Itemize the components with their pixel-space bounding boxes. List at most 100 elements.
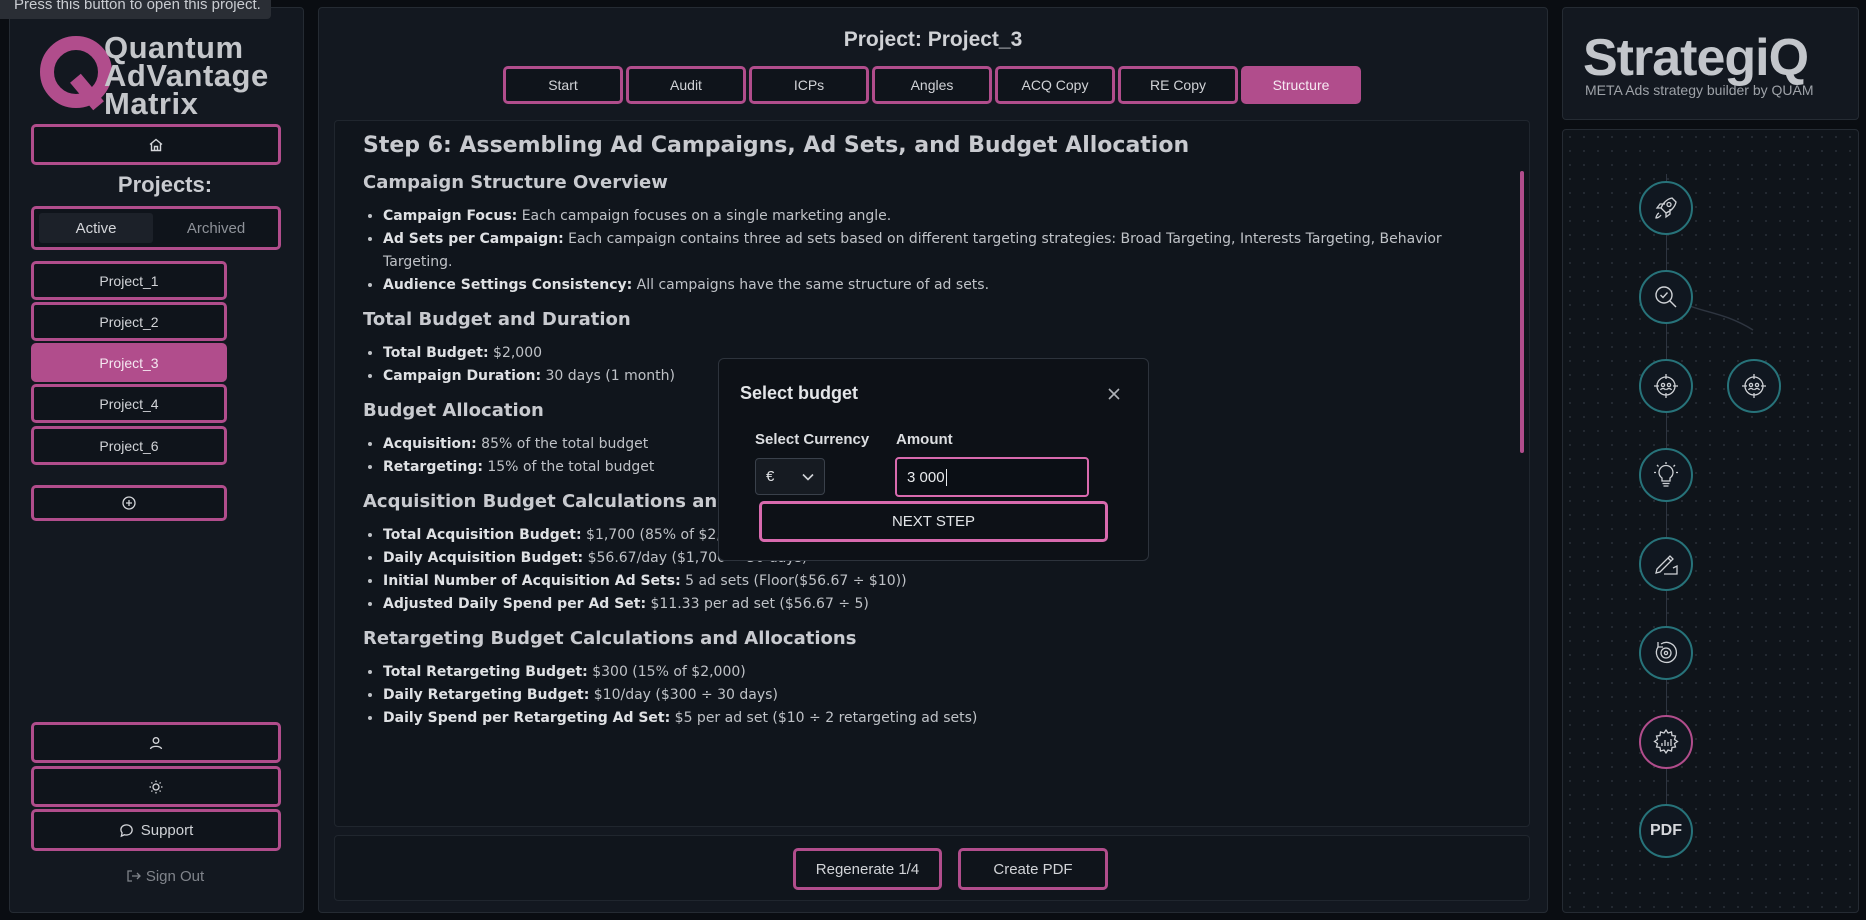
step-angles[interactable]	[1639, 448, 1693, 502]
list-item-text: All campaigns have the same structure of…	[632, 277, 990, 293]
hand-writing-icon	[1655, 555, 1678, 575]
rocket-icon	[1655, 197, 1677, 219]
profile-button[interactable]	[31, 722, 281, 763]
theme-toggle-button[interactable]	[31, 766, 281, 807]
plus-circle-icon	[122, 496, 136, 510]
list-item-key: Acquisition:	[383, 436, 477, 452]
step-start[interactable]	[1639, 181, 1693, 235]
project-filter-toggle: Active Archived	[31, 206, 281, 250]
list-item-key: Campaign Duration:	[383, 368, 542, 384]
list-item-text: $10/day ($300 ÷ 30 days)	[589, 687, 778, 703]
section-heading: Retargeting Budget Calculations and Allo…	[363, 628, 857, 649]
amount-label: Amount	[896, 431, 953, 448]
step-tabs: Start Audit ICPs Angles ACQ Copy RE Copy…	[503, 66, 1361, 104]
document-heading: Step 6: Assembling Ad Campaigns, Ad Sets…	[363, 133, 1190, 158]
pdf-label: PDF	[1650, 822, 1682, 839]
logo-line3: Matrix	[104, 86, 199, 121]
projects-label: Projects:	[117, 172, 213, 197]
sun-icon	[149, 780, 163, 793]
step-audit[interactable]	[1639, 270, 1693, 324]
tooltip: Press this button to open this project.	[0, 0, 271, 19]
project-item[interactable]: Project_6	[31, 426, 227, 465]
filter-active[interactable]: Active	[39, 213, 153, 243]
sidebar: Quantum AdVantage Matrix Projects: Activ…	[9, 7, 304, 913]
currency-select[interactable]: €	[755, 458, 825, 495]
list-item-key: Retargeting:	[383, 459, 483, 475]
steps-panel: PDF	[1562, 129, 1859, 913]
currency-value: €	[766, 468, 775, 485]
tab-structure[interactable]: Structure	[1241, 66, 1361, 104]
project-item-selected[interactable]: Project_3	[31, 343, 227, 382]
step-icps[interactable]	[1639, 359, 1693, 413]
section-list: Campaign Focus: Each campaign focuses on…	[363, 205, 1503, 297]
list-item-text: 5 ad sets (Floor($56.67 ÷ $10))	[680, 573, 907, 589]
step-acq-copy[interactable]	[1639, 537, 1693, 591]
step-re-copy[interactable]	[1639, 626, 1693, 680]
tab-angles[interactable]: Angles	[872, 66, 992, 104]
list-item-text: $2,000	[488, 345, 543, 361]
chat-bubble-icon	[119, 823, 133, 837]
amount-input[interactable]: 3 000	[895, 457, 1089, 497]
list-item-text: $11.33 per ad set ($56.67 ÷ 5)	[646, 596, 869, 612]
filter-archived[interactable]: Archived	[159, 213, 273, 243]
home-button[interactable]	[31, 124, 281, 165]
target-audience-icon	[1742, 374, 1766, 398]
list-item-key: Daily Spend per Retargeting Ad Set:	[383, 710, 671, 726]
support-button[interactable]: Support	[31, 809, 281, 851]
target-audience-icon	[1654, 374, 1678, 398]
list-item-text: 30 days (1 month)	[541, 368, 676, 384]
action-bar: Regenerate 1/4 Create PDF	[334, 835, 1530, 901]
modal-title: Select budget	[740, 383, 859, 403]
list-item-key: Adjusted Daily Spend per Ad Set:	[383, 596, 647, 612]
tab-re-copy[interactable]: RE Copy	[1118, 66, 1238, 104]
lightbulb-icon	[1654, 462, 1678, 487]
sign-out-link[interactable]: Sign Out	[30, 868, 300, 885]
tab-audit[interactable]: Audit	[626, 66, 746, 104]
project-item[interactable]: Project_1	[31, 261, 227, 300]
scrollbar-thumb[interactable]	[1520, 171, 1524, 453]
sign-out-icon	[127, 870, 141, 882]
create-pdf-button[interactable]: Create PDF	[958, 848, 1108, 890]
list-item-text: 85% of the total budget	[476, 436, 649, 452]
list-item: Daily Spend per Retargeting Ad Set: $5 p…	[383, 707, 1503, 730]
step-pdf[interactable]: PDF	[1639, 804, 1693, 858]
list-item-key: Total Retargeting Budget:	[383, 664, 588, 680]
tab-icps[interactable]: ICPs	[749, 66, 869, 104]
tab-acq-copy[interactable]: ACQ Copy	[995, 66, 1115, 104]
amount-value: 3 000	[907, 468, 945, 486]
section-heading: Campaign Structure Overview	[363, 172, 668, 193]
brand-panel: StrategiQ META Ads strategy builder by Q…	[1562, 7, 1859, 120]
retarget-icon	[1655, 641, 1678, 664]
next-step-button[interactable]: NEXT STEP	[759, 501, 1108, 542]
list-item-key: Initial Number of Acquisition Ad Sets:	[383, 573, 681, 589]
brand-subtitle: META Ads strategy builder by QUAM	[1585, 82, 1814, 98]
section-heading: Total Budget and Duration	[363, 309, 631, 330]
list-item-key: Campaign Focus:	[383, 208, 518, 224]
list-item-key: Daily Acquisition Budget:	[383, 550, 584, 566]
user-icon	[149, 736, 163, 749]
chevron-down-icon	[802, 473, 814, 481]
tab-start[interactable]: Start	[503, 66, 623, 104]
gear-chart-icon	[1653, 728, 1679, 755]
list-item: Campaign Focus: Each campaign focuses on…	[383, 205, 1503, 228]
list-item-key: Audience Settings Consistency:	[383, 277, 633, 293]
project-item[interactable]: Project_2	[31, 302, 227, 341]
list-item: Daily Retargeting Budget: $10/day ($300 …	[383, 684, 1503, 707]
project-item[interactable]: Project_4	[31, 384, 227, 423]
add-project-button[interactable]	[31, 485, 227, 521]
list-item: Total Retargeting Budget: $300 (15% of $…	[383, 661, 1503, 684]
logo-text: Quantum AdVantage Matrix	[104, 32, 269, 121]
list-item-text: $300 (15% of $2,000)	[587, 664, 746, 680]
close-icon[interactable]	[1107, 381, 1121, 407]
step-structure[interactable]	[1639, 715, 1693, 769]
brand-name: StrategiQ	[1583, 29, 1809, 87]
section-list: Total Retargeting Budget: $300 (15% of $…	[363, 661, 1503, 730]
support-label: Support	[140, 821, 194, 839]
list-item-key: Total Budget:	[383, 345, 489, 361]
sign-out-label: Sign Out	[145, 868, 205, 885]
list-item: Adjusted Daily Spend per Ad Set: $11.33 …	[383, 593, 1503, 616]
logo: Quantum AdVantage Matrix	[30, 28, 300, 120]
step-icps-branch[interactable]	[1727, 359, 1781, 413]
regenerate-button[interactable]: Regenerate 1/4	[793, 848, 942, 890]
list-item: Audience Settings Consistency: All campa…	[383, 274, 1503, 297]
